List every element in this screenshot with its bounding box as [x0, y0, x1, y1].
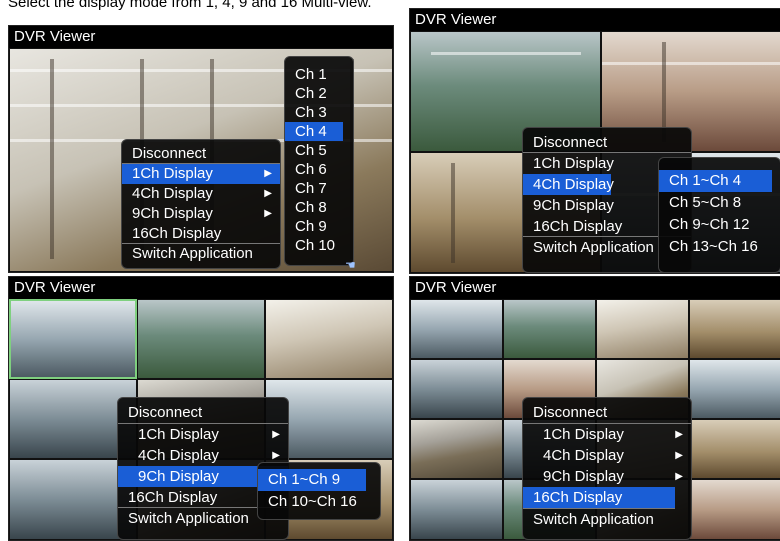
camera-view-ch12[interactable] — [689, 419, 780, 479]
submenu-item-ch1-ch4[interactable]: Ch 1~Ch 4 — [659, 170, 772, 192]
dvr-viewer-1ch: DVR Viewer Disconnect 1Ch Display ▶ 4Ch D… — [8, 25, 394, 273]
menu-item-4ch-display[interactable]: 4Ch Display ▶ — [122, 184, 280, 204]
submenu-item-ch9-ch12[interactable]: Ch 9~Ch 12 — [659, 214, 780, 236]
menu-item-label: 9Ch Display — [138, 468, 219, 485]
channel-submenu: Ch 1~Ch 9 Ch 10~Ch 16 — [257, 462, 381, 520]
channel-submenu: Ch 1~Ch 4 Ch 5~Ch 8 Ch 9~Ch 12 Ch 13~Ch … — [658, 157, 780, 273]
app-title: DVR Viewer — [410, 9, 780, 31]
dvr-viewer-4ch: DVR Viewer Disconnect 1Ch Display 4Ch Di… — [409, 8, 780, 274]
camera-view-ch13[interactable] — [410, 479, 503, 540]
menu-item-disconnect[interactable]: Disconnect — [523, 402, 691, 424]
menu-item-label: 4Ch Display — [132, 185, 213, 202]
menu-item-switch-application[interactable]: Switch Application — [523, 509, 691, 530]
menu-item-16ch-display[interactable]: 16Ch Display — [523, 487, 675, 509]
chevron-right-icon: ▶ — [264, 168, 272, 179]
menu-item-label: 1Ch Display — [132, 165, 213, 182]
camera-view-ch3[interactable] — [265, 299, 393, 379]
menu-item-disconnect[interactable]: Disconnect — [118, 402, 288, 424]
submenu-item-ch6[interactable]: Ch 6 — [285, 160, 353, 179]
camera-view-ch4[interactable] — [689, 299, 780, 359]
camera-view-ch1[interactable] — [9, 299, 137, 379]
menu-item-4ch-display[interactable]: 4Ch Display — [523, 174, 614, 195]
menu-item-label: 1Ch Display — [543, 426, 624, 443]
submenu-item-ch4[interactable]: Ch 4 — [285, 122, 343, 141]
menu-item-label: 9Ch Display — [132, 205, 213, 222]
context-menu: Disconnect 1Ch Display ▶ 4Ch Display ▶ 9Ch… — [121, 139, 281, 269]
menu-item-disconnect[interactable]: Disconnect — [122, 144, 280, 164]
menu-item-9ch-display[interactable]: 9Ch Display ▶ — [122, 204, 280, 224]
submenu-item-ch1-ch9[interactable]: Ch 1~Ch 9 — [258, 469, 366, 491]
app-title: DVR Viewer — [9, 26, 393, 48]
chevron-right-icon: ▶ — [675, 471, 683, 482]
dvr-viewer-9ch: DVR Viewer Disconnect 1Ch Display ▶ 4Ch D… — [8, 276, 394, 541]
submenu-item-ch5-ch8[interactable]: Ch 5~Ch 8 — [659, 192, 780, 214]
submenu-item-ch10[interactable]: Ch 10 — [285, 236, 353, 255]
app-title: DVR Viewer — [410, 277, 780, 299]
camera-view-ch5[interactable] — [410, 359, 503, 419]
chevron-right-icon: ▶ — [264, 188, 272, 199]
submenu-item-ch7[interactable]: Ch 7 — [285, 179, 353, 198]
camera-view-ch2[interactable] — [503, 299, 596, 359]
camera-view-ch2[interactable] — [137, 299, 265, 379]
menu-item-label: 4Ch Display — [543, 447, 624, 464]
dvr-viewer-16ch: DVR Viewer Disconnect 1Ch Display ▶ 4Ch D… — [409, 276, 780, 541]
menu-item-label: 4Ch Display — [138, 447, 219, 464]
menu-item-switch-application[interactable]: Switch Application — [122, 244, 280, 264]
menu-item-1ch-display[interactable]: 1Ch Display ▶ — [523, 424, 691, 445]
submenu-item-ch10-ch16[interactable]: Ch 10~Ch 16 — [258, 491, 380, 513]
chevron-right-icon: ▶ — [675, 450, 683, 461]
menu-item-label: 9Ch Display — [543, 468, 624, 485]
menu-item-16ch-display[interactable]: 16Ch Display — [122, 224, 280, 244]
chevron-right-icon: ▶ — [675, 429, 683, 440]
app-title: DVR Viewer — [9, 277, 393, 299]
camera-view-ch16[interactable] — [689, 479, 780, 540]
instruction-caption: Select the display mode from 1, 4, 9 and… — [8, 0, 372, 11]
submenu-item-ch1[interactable]: Ch 1 — [285, 65, 353, 84]
menu-item-1ch-display[interactable]: 1Ch Display ▶ — [118, 424, 288, 445]
menu-item-1ch-display[interactable]: 1Ch Display ▶ — [122, 164, 280, 184]
submenu-item-ch9[interactable]: Ch 9 — [285, 217, 353, 236]
submenu-item-ch3[interactable]: Ch 3 — [285, 103, 353, 122]
submenu-item-ch8[interactable]: Ch 8 — [285, 198, 353, 217]
submenu-item-ch2[interactable]: Ch 2 — [285, 84, 353, 103]
camera-view-ch9[interactable] — [410, 419, 503, 479]
chevron-right-icon: ▶ — [264, 208, 272, 219]
camera-view-ch8[interactable] — [689, 359, 780, 419]
submenu-item-ch13-ch16[interactable]: Ch 13~Ch 16 — [659, 236, 780, 258]
menu-item-4ch-display[interactable]: 4Ch Display ▶ — [523, 445, 691, 466]
camera-view-ch1[interactable] — [410, 299, 503, 359]
submenu-item-ch5[interactable]: Ch 5 — [285, 141, 353, 160]
camera-view-ch3[interactable] — [596, 299, 689, 359]
context-menu: Disconnect 1Ch Display ▶ 4Ch Display ▶ 9Ch… — [522, 397, 692, 540]
menu-item-9ch-display[interactable]: 9Ch Display ▶ — [523, 466, 691, 487]
hand-pointer-icon: ☚ — [345, 258, 356, 272]
menu-item-disconnect[interactable]: Disconnect — [523, 132, 691, 153]
chevron-right-icon: ▶ — [272, 429, 280, 440]
channel-submenu: Ch 1 Ch 2 Ch 3 Ch 4 Ch 5 Ch 6 Ch 7 Ch 8 … — [284, 56, 354, 266]
menu-item-label: 1Ch Display — [138, 426, 219, 443]
